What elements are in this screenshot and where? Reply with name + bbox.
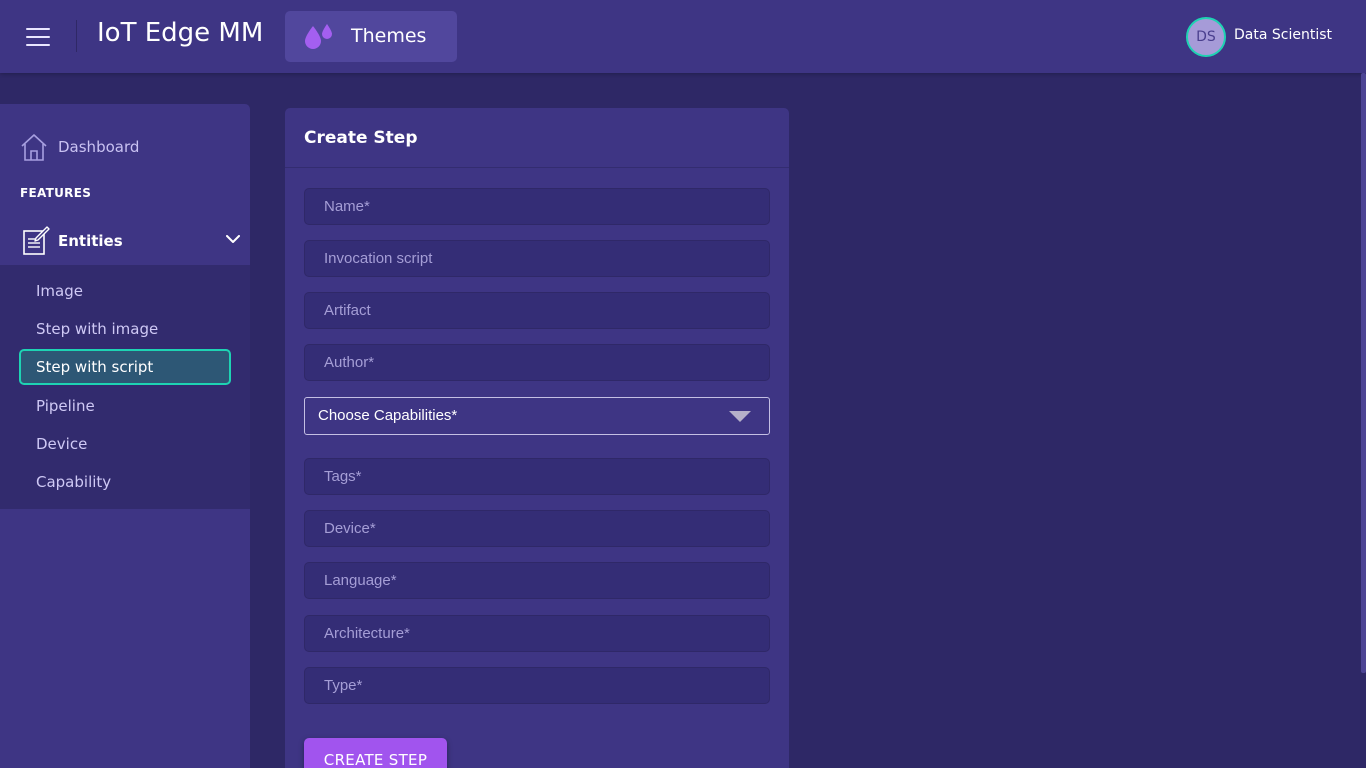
card-title: Create Step [304, 128, 418, 148]
header-divider [76, 20, 77, 52]
entities-submenu: Image Step with image Step with script P… [0, 265, 250, 509]
language-field[interactable] [304, 562, 770, 599]
avatar: DS [1186, 17, 1226, 57]
home-icon [21, 134, 47, 161]
architecture-field[interactable] [304, 615, 770, 652]
create-step-button[interactable]: CREATE STEP [304, 738, 447, 768]
create-step-card: Create Step Choose Capabilities* CREATE … [285, 108, 789, 768]
capabilities-select[interactable]: Choose Capabilities* [304, 397, 770, 435]
themes-button[interactable]: Themes [285, 11, 457, 62]
type-field[interactable] [304, 667, 770, 704]
author-field[interactable] [304, 344, 770, 381]
user-name: Data Scientist [1234, 27, 1332, 43]
page-scrollbar[interactable] [1361, 73, 1366, 673]
capabilities-select-label: Choose Capabilities* [318, 407, 458, 424]
sidebar-item-device[interactable]: Device [19, 426, 231, 462]
invocation-script-field[interactable] [304, 240, 770, 277]
tags-field[interactable] [304, 458, 770, 495]
sidebar-item-dashboard[interactable]: Dashboard [20, 132, 240, 164]
top-header: IoT Edge MM Themes DS Data Scientist [0, 0, 1366, 73]
sidebar-item-step-with-image[interactable]: Step with image [19, 311, 231, 347]
drops-icon [305, 24, 332, 49]
themes-label: Themes [351, 25, 427, 47]
chevron-down-icon [226, 235, 240, 243]
name-field[interactable] [304, 188, 770, 225]
artifact-field[interactable] [304, 292, 770, 329]
device-field[interactable] [304, 510, 770, 547]
app-title[interactable]: IoT Edge MM [97, 18, 263, 48]
sidebar-item-entities[interactable]: Entities [0, 220, 250, 264]
user-menu[interactable]: DS Data Scientist [1186, 17, 1346, 57]
dropdown-arrow-icon [729, 411, 751, 422]
edit-document-icon [23, 226, 50, 255]
sidebar-item-label: Dashboard [58, 138, 140, 156]
sidebar-item-pipeline[interactable]: Pipeline [19, 388, 231, 424]
card-header: Create Step [285, 108, 789, 168]
hamburger-menu-icon[interactable] [26, 28, 50, 46]
sidebar-item-step-with-script[interactable]: Step with script [19, 349, 231, 385]
section-title: FEATURES [20, 186, 92, 200]
sidebar: Dashboard FEATURES Entities Image Step w… [0, 104, 250, 768]
sidebar-item-capability[interactable]: Capability [19, 464, 231, 500]
sidebar-item-image[interactable]: Image [19, 273, 231, 309]
sidebar-item-label: Entities [58, 232, 123, 250]
